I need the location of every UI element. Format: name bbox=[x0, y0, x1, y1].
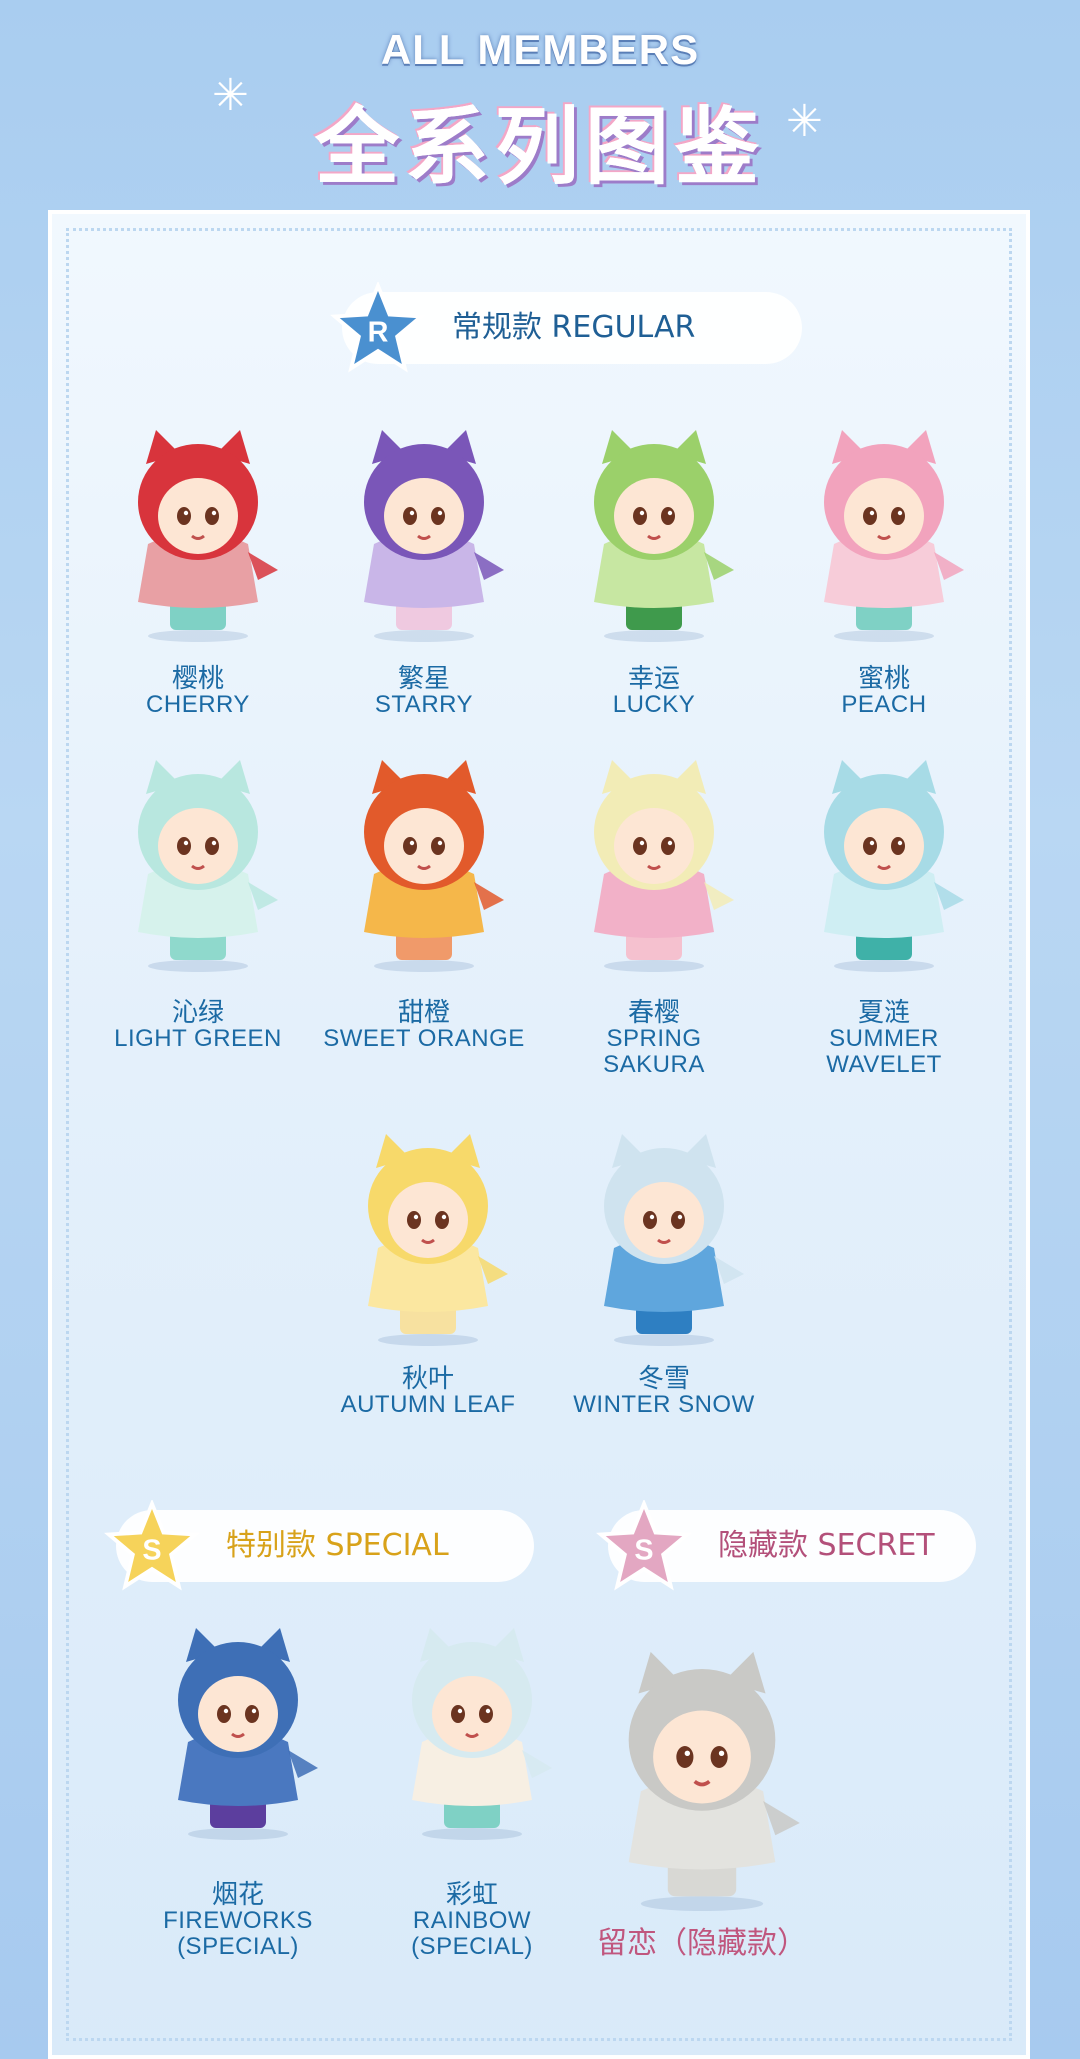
regular-member-name-en-line: SAKURA bbox=[603, 1051, 705, 1078]
regular-member-figure-1 bbox=[334, 424, 514, 644]
regular-member-name-en: SUMMER WAVELET bbox=[764, 1026, 1004, 1078]
secret-member-figure-illustration bbox=[628, 1651, 800, 1911]
secret-section-header: S 隐藏款 SECRET bbox=[596, 1500, 976, 1591]
regular-member-figure-illustration-6 bbox=[594, 760, 734, 972]
regular-member-name-en: AUTUMN LEAF bbox=[308, 1392, 548, 1418]
regular-section-header: R 常规款 REGULAR bbox=[330, 282, 802, 373]
regular-member-name-en: WINTER SNOW bbox=[544, 1392, 784, 1418]
regular-badge-letter: R bbox=[368, 316, 389, 348]
special-member-figure-illustration-1 bbox=[412, 1628, 552, 1840]
regular-member-figure-6 bbox=[564, 754, 744, 974]
regular-member-name-en-line: WINTER SNOW bbox=[573, 1391, 755, 1418]
regular-star-badge-icon: R bbox=[330, 282, 426, 373]
regular-member-name-en: STARRY bbox=[304, 692, 544, 718]
secret-badge-letter: S bbox=[634, 1534, 653, 1566]
special-member-name-en: FIREWORKS (SPECIAL) bbox=[118, 1908, 358, 1960]
regular-member-name-en: SWEET ORANGE bbox=[304, 1026, 544, 1052]
regular-member-figure-4 bbox=[108, 754, 288, 974]
regular-member-name-en: PEACH bbox=[764, 692, 1004, 718]
regular-member-name-en: CHERRY bbox=[78, 692, 318, 718]
regular-member-name-cn: 春樱 bbox=[627, 998, 680, 1028]
catalog-panel: R 常规款 REGULAR S 特别款 SPECIAL S 隐藏款 SECRET… bbox=[48, 210, 1030, 2059]
regular-member-name-cn: 樱桃 bbox=[171, 664, 224, 694]
regular-member-name-en-line: CHERRY bbox=[146, 691, 250, 718]
regular-member-name-en-line: LIGHT GREEN bbox=[114, 1025, 282, 1052]
secret-member-figure bbox=[592, 1644, 812, 1914]
secret-star-badge-icon: S bbox=[596, 1500, 692, 1591]
regular-member-name-cn: 夏涟 bbox=[857, 998, 910, 1028]
regular-member-name-en-line: STARRY bbox=[374, 691, 474, 718]
regular-member-name-cn: 秋叶 bbox=[401, 1364, 454, 1394]
title-chinese: 全系列图鉴 bbox=[314, 98, 765, 196]
regular-member-name-cn: 甜橙 bbox=[397, 998, 450, 1028]
regular-member-figure-illustration-4 bbox=[138, 760, 278, 972]
regular-member-figure-illustration-3 bbox=[824, 430, 964, 642]
special-member-figure-1 bbox=[382, 1622, 562, 1842]
special-section-label: 特别款 SPECIAL bbox=[226, 1528, 449, 1563]
special-member-name-en-line: (SPECIAL) bbox=[177, 1933, 299, 1960]
regular-member-figure-illustration-2 bbox=[594, 430, 734, 642]
regular-member-figure-5 bbox=[334, 754, 514, 974]
regular-member-name-cn: 繁星 bbox=[397, 664, 450, 694]
regular-member-name-en-line: PEACH bbox=[841, 691, 927, 718]
regular-member-name-en-line: SWEET ORANGE bbox=[323, 1025, 525, 1052]
regular-member-figure-8 bbox=[338, 1128, 518, 1348]
title-english: ALL MEMBERS bbox=[380, 26, 700, 73]
regular-member-name-en-line: WAVELET bbox=[826, 1051, 942, 1078]
regular-member-name-en: SPRING SAKURA bbox=[534, 1026, 774, 1078]
regular-member-figure-7 bbox=[794, 754, 974, 974]
regular-member-name-en: LIGHT GREEN bbox=[78, 1026, 318, 1052]
regular-member-figure-illustration-5 bbox=[364, 760, 504, 972]
special-member-figure-illustration-0 bbox=[178, 1628, 318, 1840]
special-star-badge-icon: S bbox=[104, 1500, 200, 1591]
header: ✳ ✳ ALL MEMBERS 全系列图鉴 bbox=[0, 0, 1080, 210]
regular-member-figure-0 bbox=[108, 424, 288, 644]
regular-member-figure-illustration-9 bbox=[604, 1134, 744, 1346]
regular-member-figure-illustration-8 bbox=[368, 1134, 508, 1346]
special-member-name-cn: 烟花 bbox=[211, 1880, 264, 1910]
secret-member-name: 留恋（隐藏款） bbox=[597, 1926, 807, 1961]
regular-member-name-en-line: SUMMER bbox=[829, 1025, 939, 1052]
regular-member-name-en-line: SPRING bbox=[606, 1025, 702, 1052]
regular-member-name-cn: 沁绿 bbox=[171, 998, 224, 1028]
regular-member-figure-illustration-1 bbox=[364, 430, 504, 642]
secret-section-label: 隐藏款 SECRET bbox=[718, 1528, 935, 1563]
special-member-figure-0 bbox=[148, 1622, 328, 1842]
regular-member-figure-illustration-7 bbox=[824, 760, 964, 972]
special-badge-letter: S bbox=[142, 1534, 161, 1566]
special-section-header: S 特别款 SPECIAL bbox=[104, 1500, 534, 1591]
regular-member-name-cn: 幸运 bbox=[627, 664, 680, 694]
regular-member-name-en-line: AUTUMN LEAF bbox=[340, 1391, 516, 1418]
regular-member-figure-3 bbox=[794, 424, 974, 644]
regular-member-name-cn: 蜜桃 bbox=[857, 664, 910, 694]
special-member-name-cn: 彩虹 bbox=[445, 1880, 498, 1910]
regular-member-name-cn: 冬雪 bbox=[637, 1364, 690, 1394]
regular-member-figure-illustration-0 bbox=[138, 430, 278, 642]
regular-member-figure-2 bbox=[564, 424, 744, 644]
regular-member-name-en: LUCKY bbox=[534, 692, 774, 718]
regular-member-figure-9 bbox=[574, 1128, 754, 1348]
regular-member-name-en-line: LUCKY bbox=[612, 691, 696, 718]
regular-section-label: 常规款 REGULAR bbox=[452, 310, 696, 345]
special-member-name-en-line: FIREWORKS bbox=[163, 1907, 313, 1934]
